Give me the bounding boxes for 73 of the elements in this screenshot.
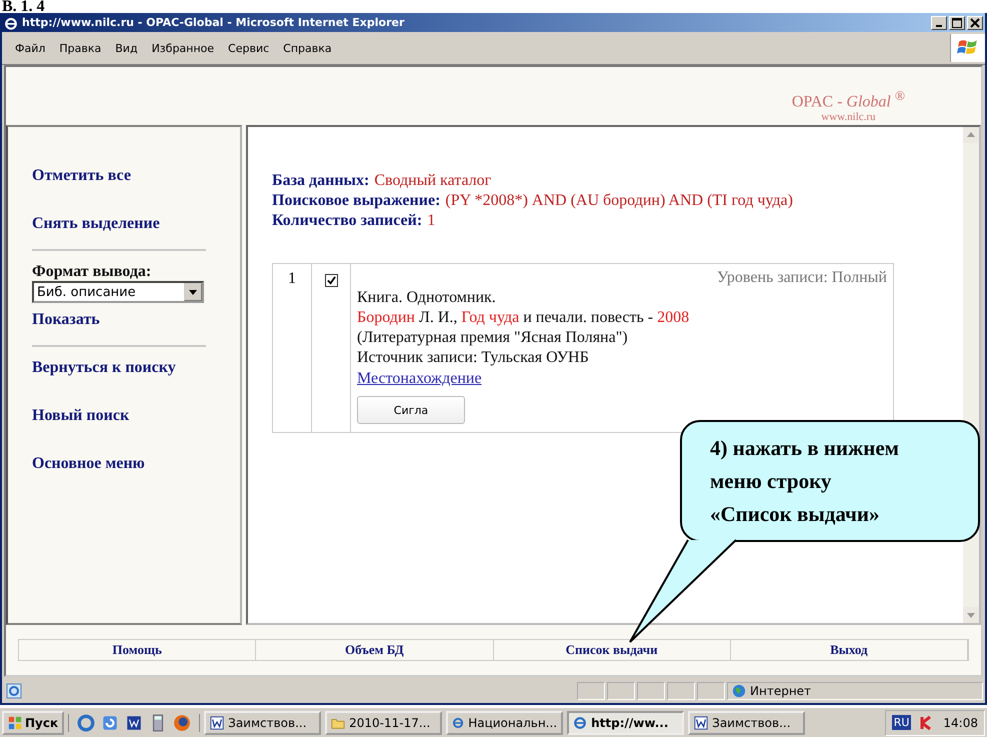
- menu-item[interactable]: Справка: [276, 40, 339, 57]
- status-panel: [697, 682, 725, 700]
- menu-item[interactable]: Сервис: [221, 40, 276, 57]
- sidebar-link[interactable]: Отметить все: [32, 167, 131, 186]
- sidebar-link[interactable]: Новый поиск: [32, 407, 130, 426]
- query-value: Сводный каталог: [374, 172, 492, 190]
- status-panel: [607, 682, 635, 700]
- callout-text: 4) нажать в нижнем: [710, 435, 899, 462]
- minimize-icon: [936, 24, 942, 27]
- start-button[interactable]: Пуск: [2, 710, 64, 735]
- window-title: http://www.nilc.ru - OPAC-Global - Microsoft Internet Explorer: [22, 16, 406, 30]
- language-indicator[interactable]: RU: [892, 715, 912, 730]
- record-line: Бородин Л. И., Год чуда и печали. повесть - 2008: [357, 308, 690, 328]
- callout-text: меню строку: [710, 468, 832, 495]
- document-icon: [210, 716, 224, 730]
- taskbar-button[interactable]: 2010-11-17...: [325, 710, 442, 735]
- windows-logo-icon: [8, 716, 22, 730]
- callout-text: «Список выдачи»: [710, 501, 880, 528]
- page-heading: В. 1. 4: [1, 0, 46, 14]
- menu-item[interactable]: Файл: [8, 40, 52, 57]
- record-number: 1: [272, 264, 312, 433]
- location-link[interactable]: Местонахождение: [357, 368, 887, 390]
- menu-item[interactable]: Вид: [108, 40, 145, 57]
- status-panel: [667, 682, 695, 700]
- close-button[interactable]: [967, 16, 983, 30]
- query-value: (PY *2008*) AND (AU бородин) AND (TI год чуда): [445, 192, 793, 210]
- menu-item[interactable]: Избранное: [144, 40, 222, 57]
- query-value: 1: [427, 212, 436, 230]
- status-panel: [577, 682, 605, 700]
- record-line: Книга. Однотомник.: [357, 288, 497, 308]
- page-icon: [6, 683, 22, 700]
- browser-icon: [452, 716, 464, 730]
- sidebar-link[interactable]: Показать: [32, 311, 100, 330]
- minimize-button[interactable]: [931, 16, 947, 30]
- taskbar-button[interactable]: http://ww...: [567, 710, 684, 735]
- bottom-menu-link[interactable]: Помощь: [19, 640, 256, 660]
- refresh-icon[interactable]: [101, 714, 120, 732]
- security-zone: Интернет: [750, 684, 812, 698]
- sidebar-link[interactable]: Снять выделение: [32, 215, 160, 234]
- browser-icon: [573, 716, 588, 730]
- maximize-icon: [952, 18, 962, 28]
- query-label: Поисковое выражение:: [272, 192, 440, 210]
- browser-icon[interactable]: [77, 714, 96, 732]
- sidebar-link[interactable]: Вернуться к поиску: [32, 359, 176, 378]
- bottom-menu-link[interactable]: Выход: [730, 640, 968, 660]
- windows-logo-icon: [950, 34, 985, 62]
- record-line: (Литературная премия "Ясная Поляна"): [357, 328, 629, 348]
- taskbar-button[interactable]: Заимствов...: [688, 710, 806, 735]
- record-line: Источник записи: Тульская ОУНБ: [357, 348, 590, 368]
- taskbar-button[interactable]: Национальн...: [446, 710, 564, 735]
- taskbar-button[interactable]: Заимствов...: [204, 710, 322, 735]
- sidebar-link[interactable]: Основное меню: [32, 455, 145, 474]
- status-panel: [637, 682, 665, 700]
- sigla-button[interactable]: Сигла: [357, 396, 465, 424]
- format-label: Формат вывода:: [32, 263, 152, 282]
- record-level: Уровень записи: Полный: [716, 268, 887, 288]
- globe-icon: [732, 684, 746, 698]
- menu-item[interactable]: Правка: [52, 40, 108, 57]
- query-label: База данных:: [272, 172, 370, 190]
- close-icon: [970, 18, 980, 28]
- query-label: Количество записей:: [272, 212, 422, 230]
- fox-globe-icon[interactable]: [173, 714, 192, 732]
- brand-logo-text: OPAC - Global $^{®}$: [792, 88, 905, 112]
- dropdown-arrow-icon: [184, 283, 202, 302]
- document-icon: [694, 716, 708, 730]
- browser-icon: [4, 16, 18, 30]
- site-url: www.nilc.ru: [821, 111, 876, 124]
- record-checkbox[interactable]: [324, 274, 338, 288]
- format-dropdown[interactable]: Биб. описание: [32, 281, 204, 304]
- clock: 14:08: [943, 716, 978, 730]
- document-icon[interactable]: [125, 714, 144, 732]
- bottom-menu-link[interactable]: Объем БД: [256, 640, 494, 660]
- maximize-button[interactable]: [949, 16, 965, 30]
